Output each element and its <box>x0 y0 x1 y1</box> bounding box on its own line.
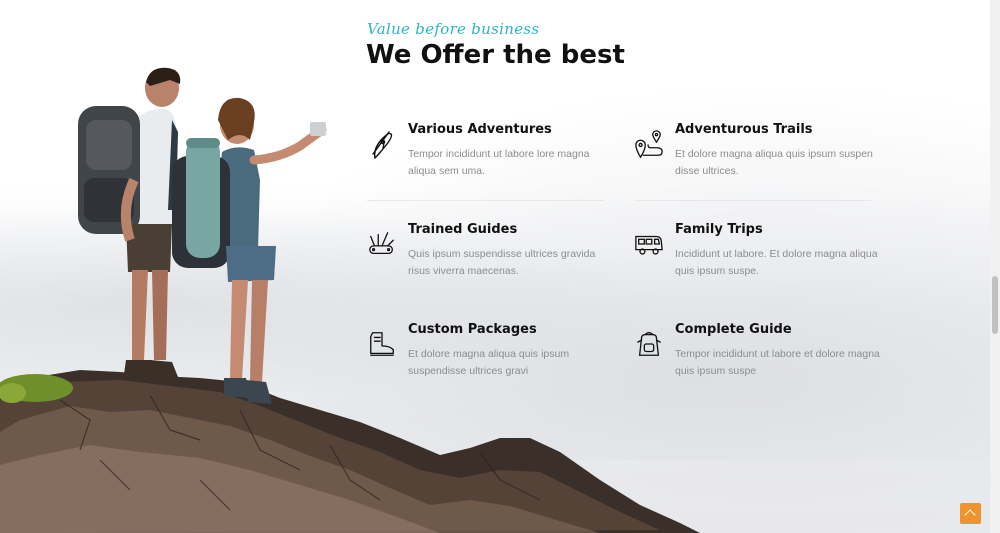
kayak-icon <box>372 131 393 160</box>
chevron-up-icon <box>964 509 976 521</box>
feature-title: Trained Guides <box>408 222 518 237</box>
page-scrollbar[interactable] <box>990 0 1000 533</box>
feature-description: Et dolore magna aliqua quis ipsum suspen… <box>408 348 570 377</box>
feature-title: Adventurous Trails <box>675 122 813 137</box>
hiking-boot-icon <box>370 332 394 356</box>
divider <box>634 200 871 201</box>
hikers-on-rock-image <box>0 67 700 533</box>
page: Value before business We Offer the best … <box>0 0 990 533</box>
section-eyebrow: Value before business <box>367 20 540 38</box>
divider <box>367 200 604 201</box>
camper-van-icon <box>635 235 663 255</box>
section-title: We Offer the best <box>366 40 625 70</box>
multitool-icon <box>369 232 394 255</box>
feature-title: Complete Guide <box>675 322 792 337</box>
feature-description: Tempor incididunt ut labore lore magna a… <box>408 148 590 177</box>
divider <box>634 300 871 301</box>
scrollbar-thumb[interactable] <box>992 276 998 334</box>
feature-title: Various Adventures <box>408 122 552 137</box>
feature-title: Custom Packages <box>408 322 537 337</box>
feature-description: Incididunt ut labore. Et dolore magna al… <box>675 248 878 277</box>
backpack-icon <box>637 332 661 356</box>
divider <box>367 300 604 301</box>
feature-description: Tempor incididunt ut labore et dolore ma… <box>675 348 880 377</box>
scroll-to-top-button[interactable] <box>960 503 981 524</box>
feature-description: Quis ipsum suspendisse ultrices gravida … <box>408 248 596 277</box>
feature-description: Et dolore magna aliqua quis ipsum suspen… <box>675 148 873 177</box>
feature-title: Family Trips <box>675 222 763 237</box>
map-trail-icon <box>635 130 663 159</box>
